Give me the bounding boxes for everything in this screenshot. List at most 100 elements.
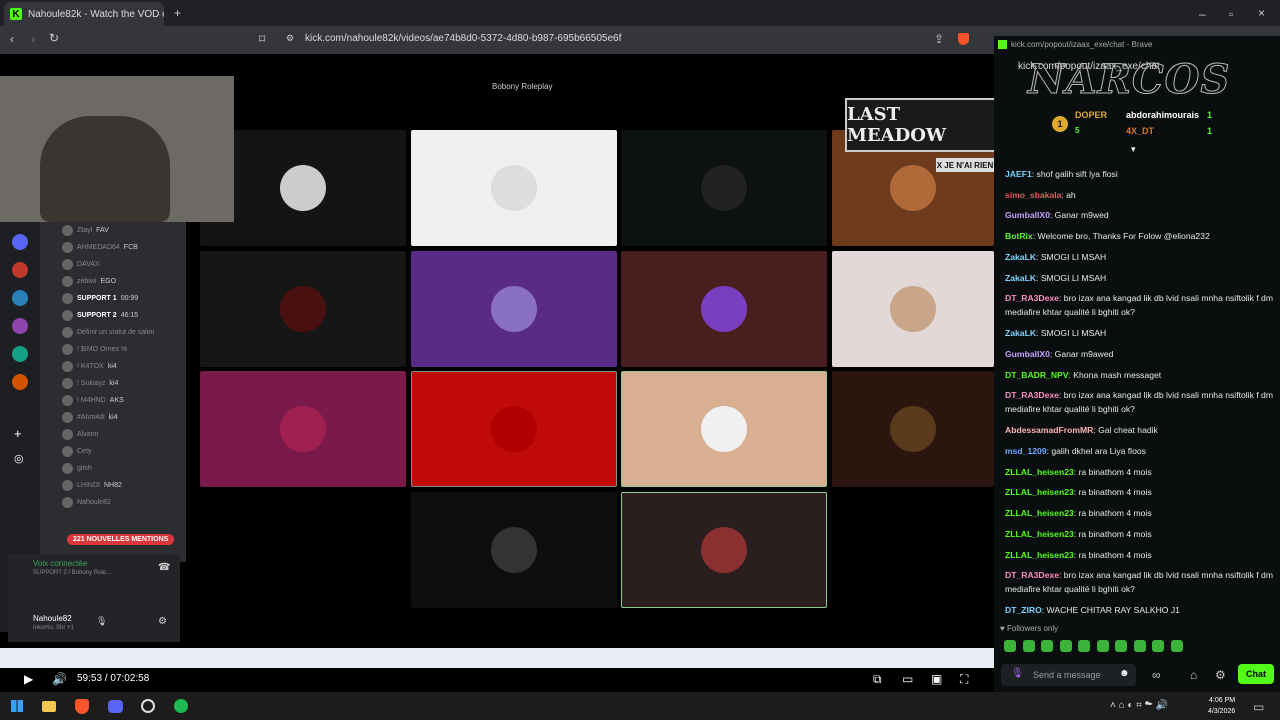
- chat-message: ZLLAL_heisen23: ra binathom 4 mois: [1005, 548, 1273, 562]
- disconnect-icon[interactable]: ☎: [158, 562, 170, 573]
- brave-shield-icon[interactable]: [958, 33, 969, 45]
- discord-channel-item[interactable]: SUPPORT 2 46:15: [40, 307, 186, 324]
- emoji-icon[interactable]: ☻: [1119, 668, 1130, 679]
- app-icon[interactable]: [141, 699, 155, 713]
- discord-channel-item[interactable]: ! Sukiayz ki4: [40, 375, 186, 392]
- fullscreen-icon[interactable]: ⛶: [960, 673, 968, 685]
- emote-icon[interactable]: [1041, 640, 1053, 652]
- server-icon[interactable]: [12, 346, 28, 362]
- discord-channel-item[interactable]: DAVAX: [40, 256, 186, 273]
- add-server-icon[interactable]: +: [14, 426, 22, 441]
- chat-username[interactable]: DT_RA3Dexe: [1005, 293, 1059, 303]
- discord-channel-item[interactable]: ! K4TOX ki4: [40, 358, 186, 375]
- spotify-icon[interactable]: [174, 699, 188, 713]
- chat-input[interactable]: 🎙 Send a message ☻: [1001, 664, 1136, 686]
- send-chat-button[interactable]: Chat: [1238, 664, 1274, 684]
- discord-channel-item[interactable]: gitsh: [40, 460, 186, 477]
- discord-icon[interactable]: [108, 700, 123, 713]
- bookmark-icon[interactable]: ⌑: [259, 33, 265, 45]
- chat-username[interactable]: ZLLAL_heisen23: [1005, 529, 1074, 539]
- forward-icon[interactable]: ›: [31, 33, 35, 45]
- discord-channel-item[interactable]: Alvarin: [40, 426, 186, 443]
- discord-channel-item[interactable]: ! $IMO Ornes %: [40, 341, 186, 358]
- server-icon[interactable]: [12, 374, 28, 390]
- server-icon[interactable]: [12, 318, 28, 334]
- file-explorer-icon[interactable]: [42, 701, 56, 712]
- discord-channel-item[interactable]: LHINDI NH82: [40, 477, 186, 494]
- emote-icon[interactable]: [1133, 640, 1146, 652]
- emote-icon[interactable]: [1078, 640, 1090, 652]
- avatar: [62, 344, 73, 355]
- maximize-icon[interactable]: ▫: [1229, 8, 1233, 20]
- emote-icon[interactable]: [1170, 640, 1183, 652]
- pip-icon[interactable]: ⧉: [873, 673, 882, 685]
- explore-icon[interactable]: ◎: [14, 452, 24, 465]
- tray-icons[interactable]: ˄ ⌂ ◐ ⌗ ☁ 🔊: [1110, 701, 1168, 711]
- brave-icon[interactable]: [75, 699, 89, 714]
- chat-username[interactable]: ZakaLK: [1005, 252, 1036, 262]
- server-icon[interactable]: [12, 234, 28, 250]
- share-icon[interactable]: ⇪: [934, 33, 944, 45]
- chat-username[interactable]: simo_sbakala: [1005, 190, 1061, 200]
- chat-username[interactable]: DT_RA3Dexe: [1005, 570, 1059, 580]
- chat-username[interactable]: ZakaLK: [1005, 328, 1036, 338]
- chat-username[interactable]: AbdessamadFromMR: [1005, 425, 1093, 435]
- theater-icon[interactable]: ▭: [902, 673, 913, 685]
- minimize-icon[interactable]: –: [1199, 8, 1206, 20]
- cinema-icon[interactable]: ▣: [931, 673, 942, 685]
- chat-username[interactable]: GumballX0: [1005, 210, 1050, 220]
- emote-icon[interactable]: [1004, 640, 1016, 652]
- chat-username[interactable]: ZLLAL_heisen23: [1005, 550, 1074, 560]
- emote-icon[interactable]: [1152, 640, 1164, 652]
- volume-icon[interactable]: 🔊: [52, 673, 67, 685]
- avatar: [62, 225, 73, 236]
- back-icon[interactable]: ‹: [10, 33, 14, 45]
- mic-icon[interactable]: 🎙: [1011, 668, 1024, 679]
- mic-icon[interactable]: 🎙: [96, 616, 107, 627]
- url-field[interactable]: kick.com/nahoule82k/videos/ae74b8d0-5372…: [305, 33, 621, 44]
- chat-username[interactable]: ZLLAL_heisen23: [1005, 487, 1074, 497]
- expand-leaderboard-icon[interactable]: ▾: [1131, 145, 1136, 154]
- emote-icon[interactable]: [1059, 640, 1072, 652]
- chat-username[interactable]: ZakaLK: [1005, 273, 1036, 283]
- discord-channel-item[interactable]: Ztayl FAV: [40, 222, 186, 239]
- mentions-badge[interactable]: 221 NOUVELLES MENTIONS: [67, 534, 175, 545]
- discord-channel-item[interactable]: Définir un statut de salon: [40, 324, 186, 341]
- site-info-icon[interactable]: ⚙: [286, 34, 294, 43]
- browser-tab[interactable]: K Nahoule82k - Watch the VOD o ×: [4, 2, 164, 26]
- reload-icon[interactable]: ↻: [49, 32, 59, 44]
- chat-username[interactable]: DT_ZIRO: [1005, 605, 1042, 615]
- clock-date[interactable]: 4/3/2026: [1208, 708, 1235, 715]
- discord-channel-item[interactable]: Cety: [40, 443, 186, 460]
- discord-channel-item[interactable]: Nahoule82: [40, 494, 186, 511]
- chat-username[interactable]: BotRix: [1005, 231, 1033, 241]
- infinity-icon[interactable]: ∞: [1152, 669, 1161, 681]
- windows-start-icon[interactable]: [11, 700, 23, 712]
- discord-channel-item[interactable]: AHMEDAD64 FCB: [40, 239, 186, 256]
- close-window-icon[interactable]: ×: [1258, 7, 1265, 19]
- chat-username[interactable]: msd_1209: [1005, 446, 1047, 456]
- new-tab-icon[interactable]: +: [174, 7, 181, 19]
- discord-channel-item[interactable]: SUPPORT 1 00:99: [40, 290, 186, 307]
- discord-channel-item[interactable]: #Ahm4di ki4: [40, 409, 186, 426]
- settings-icon[interactable]: ⚙: [158, 616, 167, 627]
- chat-username[interactable]: DT_RA3Dexe: [1005, 390, 1059, 400]
- discord-channel-item[interactable]: ! M4HND AKS: [40, 392, 186, 409]
- avatar: [890, 406, 936, 452]
- chat-username[interactable]: ZLLAL_heisen23: [1005, 467, 1074, 477]
- emote-icon[interactable]: [1096, 640, 1109, 652]
- shop-icon[interactable]: ⌂: [1190, 669, 1197, 681]
- server-icon[interactable]: [12, 262, 28, 278]
- emote-icon[interactable]: [1115, 640, 1127, 652]
- notification-icon[interactable]: ▭: [1253, 701, 1264, 713]
- settings-icon[interactable]: ⚙: [1215, 669, 1226, 681]
- clock-time[interactable]: 4:06 PM: [1209, 697, 1235, 704]
- play-icon[interactable]: ▶: [24, 673, 33, 685]
- chat-username[interactable]: DT_BADR_NPV: [1005, 370, 1069, 380]
- chat-username[interactable]: GumballX0: [1005, 349, 1050, 359]
- chat-username[interactable]: JAEF1: [1005, 169, 1032, 179]
- server-icon[interactable]: [12, 290, 28, 306]
- chat-username[interactable]: ZLLAL_heisen23: [1005, 508, 1074, 518]
- emote-icon[interactable]: [1022, 640, 1035, 652]
- discord-channel-item[interactable]: zebiwi EGO: [40, 273, 186, 290]
